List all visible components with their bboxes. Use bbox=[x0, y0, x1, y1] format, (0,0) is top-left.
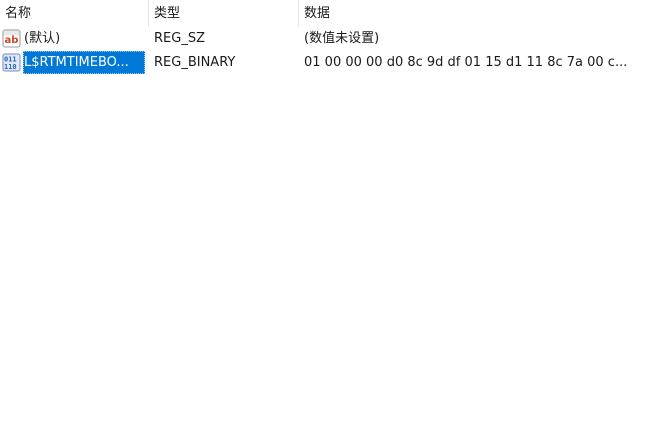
value-data: 01 00 00 00 d0 8c 9d df 01 15 d1 11 8c 7… bbox=[304, 55, 628, 70]
value-type: REG_SZ bbox=[154, 31, 205, 46]
value-data: (数值未设置) bbox=[304, 31, 380, 46]
string-value-icon: ab bbox=[2, 29, 21, 48]
value-type: REG_BINARY bbox=[154, 55, 236, 70]
value-name: (默认) bbox=[24, 31, 61, 46]
registry-values-list[interactable]: 名称 类型 数据 ab (默认) REG_SZ (数值未设置) 011 110 … bbox=[0, 0, 656, 421]
list-item[interactable]: ab (默认) REG_SZ (数值未设置) bbox=[0, 27, 656, 50]
column-header-name[interactable]: 名称 bbox=[0, 0, 149, 27]
svg-text:ab: ab bbox=[5, 35, 19, 46]
binary-value-icon: 011 110 bbox=[2, 53, 21, 72]
list-header: 名称 类型 数据 bbox=[0, 0, 656, 27]
column-header-type[interactable]: 类型 bbox=[149, 0, 299, 27]
column-header-data[interactable]: 数据 bbox=[299, 0, 656, 27]
value-name: L$RTMTIMEBO... bbox=[23, 51, 145, 74]
svg-text:110: 110 bbox=[4, 63, 17, 71]
list-item[interactable]: 011 110 L$RTMTIMEBO... REG_BINARY 01 00 … bbox=[0, 51, 656, 74]
